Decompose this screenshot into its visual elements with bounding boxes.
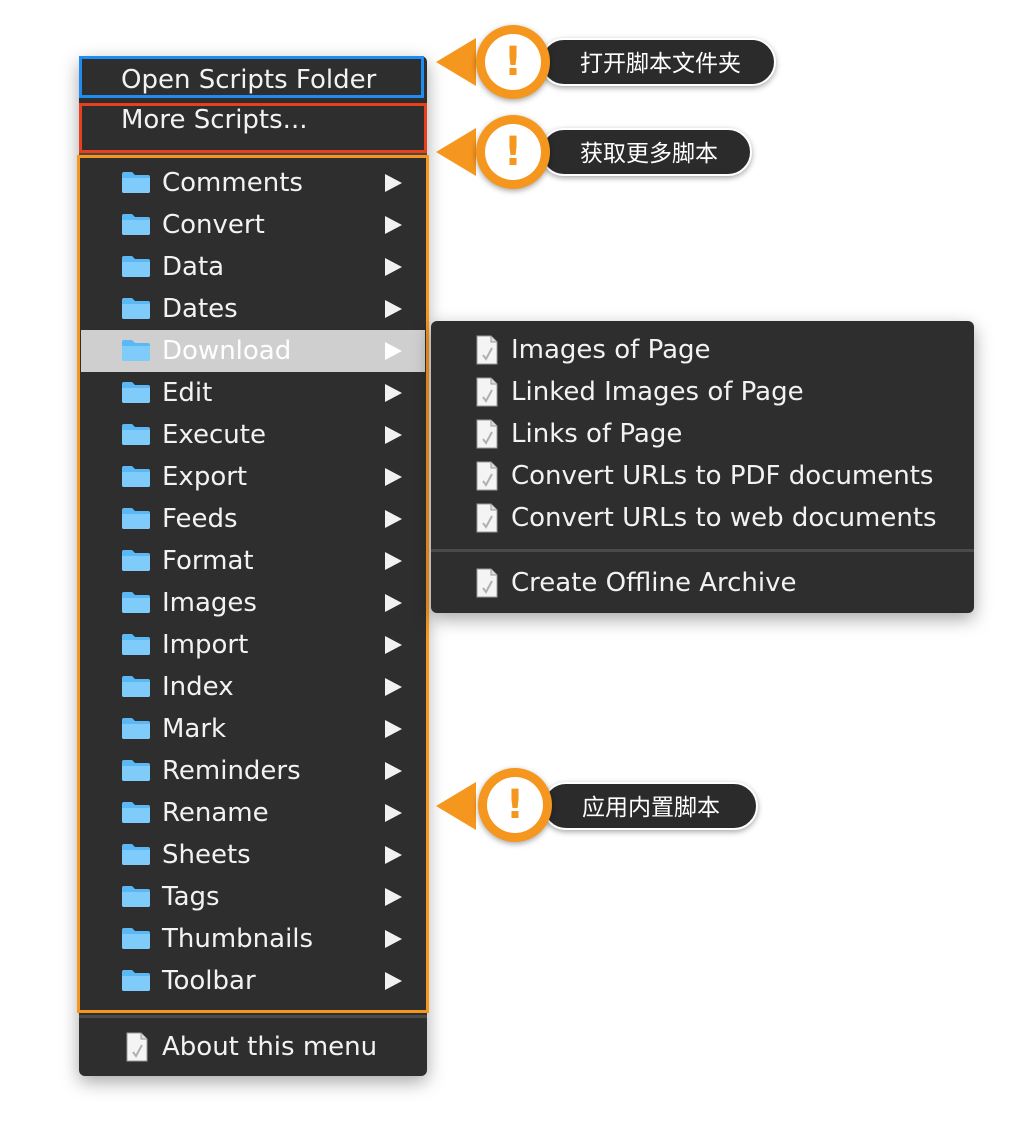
callout-pointer: [436, 782, 476, 830]
builtin-scripts-highlight: [77, 155, 429, 1013]
submenu-item-label: Linked Images of Page: [511, 377, 804, 407]
submenu-item-label: Images of Page: [511, 335, 711, 365]
submenu-item-create-offline-archive[interactable]: Create Offline Archive: [431, 562, 974, 604]
menu-divider: [79, 1015, 427, 1018]
callout-builtin-scripts-text: 应用内置脚本: [542, 782, 758, 830]
submenu-item-linked-images-of-page[interactable]: Linked Images of Page: [431, 371, 974, 413]
callout-more-scripts-text: 获取更多脚本: [540, 128, 752, 176]
script-file-icon: [475, 377, 499, 414]
about-menu-item[interactable]: About this menu: [79, 1026, 427, 1068]
about-menu-label: About this menu: [162, 1032, 378, 1062]
exclamation-icon: !: [478, 768, 552, 842]
script-file-icon: [125, 1032, 149, 1069]
exclamation-icon: !: [476, 115, 550, 189]
script-file-icon: [475, 461, 499, 498]
script-file-icon: [475, 335, 499, 372]
callout-pointer: [436, 128, 476, 176]
callout-open-folder-text: 打开脚本文件夹: [540, 38, 776, 86]
script-file-icon: [475, 503, 499, 540]
submenu-item-convert-urls-to-web[interactable]: Convert URLs to web documents: [431, 497, 974, 539]
callout-pointer: [436, 38, 476, 86]
submenu-item-images-of-page[interactable]: Images of Page: [431, 329, 974, 371]
submenu-item-label: Create Offline Archive: [511, 568, 797, 598]
submenu-item-links-of-page[interactable]: Links of Page: [431, 413, 974, 455]
download-submenu: Images of Page Linked Images of Page Lin…: [431, 321, 974, 613]
submenu-item-label: Links of Page: [511, 419, 683, 449]
exclamation-icon: !: [476, 25, 550, 99]
script-file-icon: [475, 568, 499, 605]
script-file-icon: [475, 419, 499, 456]
submenu-item-label: Convert URLs to PDF documents: [511, 461, 934, 491]
open-folder-highlight: [79, 56, 424, 98]
submenu-divider: [431, 549, 974, 552]
more-scripts-highlight: [79, 103, 427, 153]
submenu-item-convert-urls-to-pdf[interactable]: Convert URLs to PDF documents: [431, 455, 974, 497]
submenu-item-label: Convert URLs to web documents: [511, 503, 937, 533]
